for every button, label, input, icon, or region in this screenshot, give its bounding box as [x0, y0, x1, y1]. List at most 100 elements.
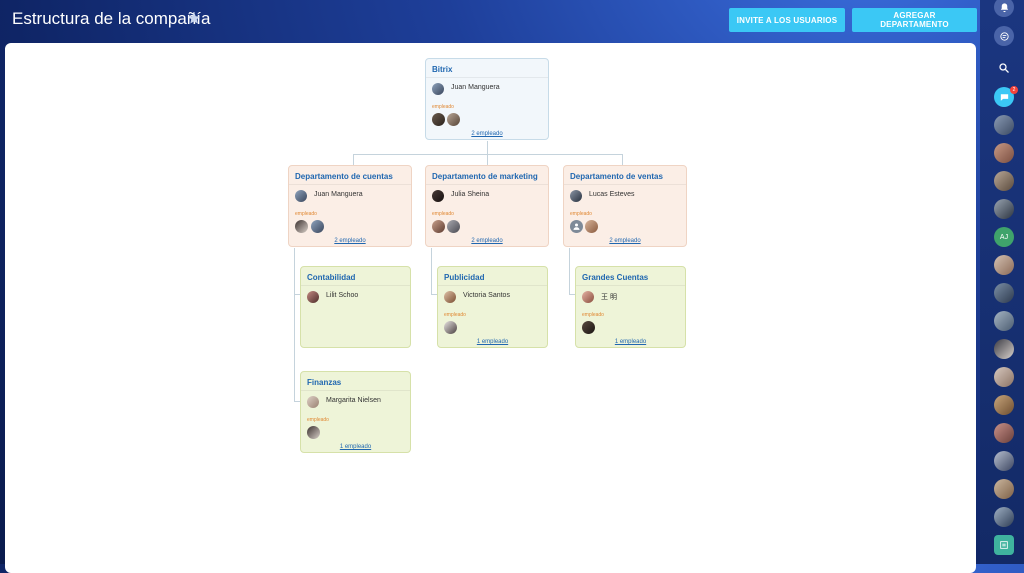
- employee-count-link[interactable]: 1 empleado: [301, 444, 410, 450]
- divider: [289, 184, 411, 185]
- notifications-icon[interactable]: [994, 0, 1014, 17]
- avatar[interactable]: [994, 171, 1014, 191]
- head-name[interactable]: Victoria Santos: [463, 292, 510, 299]
- employee-count-link[interactable]: 2 empleado: [289, 238, 411, 244]
- avatar[interactable]: [582, 321, 595, 334]
- divider: [438, 285, 547, 286]
- avatar[interactable]: [994, 367, 1014, 387]
- avatar[interactable]: [447, 113, 460, 126]
- employees-label: empleado: [444, 312, 466, 318]
- avatar[interactable]: [994, 255, 1014, 275]
- chat-badge: 2: [1010, 86, 1018, 94]
- employees-label: empleado: [432, 104, 454, 110]
- node-title: Bitrix: [432, 65, 453, 74]
- node-title: Contabilidad: [307, 273, 356, 282]
- divider: [564, 184, 686, 185]
- apps-icon[interactable]: [994, 535, 1014, 555]
- user-placeholder-icon[interactable]: [570, 220, 583, 233]
- right-sidebar: 2 AJ: [980, 0, 1024, 564]
- head-name[interactable]: Lilit Schoo: [326, 292, 358, 299]
- avatar-initials: AJ: [999, 233, 1009, 241]
- avatar[interactable]: [582, 291, 594, 303]
- search-icon[interactable]: [994, 58, 1014, 78]
- add-department-button[interactable]: AGREGAR DEPARTAMENTO: [852, 8, 977, 32]
- divider: [426, 77, 548, 78]
- connector-line: [569, 248, 570, 294]
- page-header: Estructura de la compañía INVITE A LOS U…: [0, 0, 980, 42]
- head-name[interactable]: Juan Manguera: [451, 84, 500, 91]
- messages-icon[interactable]: [994, 26, 1014, 46]
- avatar[interactable]: [307, 396, 319, 408]
- employees-label: empleado: [432, 211, 454, 217]
- head-name[interactable]: Margarita Nielsen: [326, 397, 381, 404]
- divider: [426, 184, 548, 185]
- head-name[interactable]: Lucas Esteves: [589, 191, 635, 198]
- connector-line: [622, 154, 623, 165]
- avatar[interactable]: [311, 220, 324, 233]
- employee-count-link[interactable]: 2 empleado: [426, 131, 548, 137]
- avatar[interactable]: [994, 283, 1014, 303]
- employees-label: empleado: [307, 417, 329, 423]
- avatar[interactable]: [432, 190, 444, 202]
- avatar[interactable]: [994, 115, 1014, 135]
- org-node-sub[interactable]: Grandes Cuentas 王 明 empleado 1 empleado: [575, 266, 686, 348]
- avatar[interactable]: [307, 291, 319, 303]
- avatar[interactable]: AJ: [994, 227, 1014, 247]
- connector-line: [431, 248, 432, 294]
- node-title: Departamento de marketing: [432, 172, 538, 181]
- avatar[interactable]: [994, 143, 1014, 163]
- employees-label: empleado: [295, 211, 317, 217]
- star-icon[interactable]: [187, 11, 201, 25]
- avatar[interactable]: [994, 507, 1014, 527]
- avatar[interactable]: [994, 339, 1014, 359]
- avatar[interactable]: [994, 423, 1014, 443]
- avatar[interactable]: [295, 190, 307, 202]
- connector-line: [487, 141, 488, 154]
- head-name[interactable]: Juan Manguera: [314, 191, 363, 198]
- connector-line: [353, 154, 354, 165]
- org-node-dept[interactable]: Departamento de cuentas Juan Manguera em…: [288, 165, 412, 247]
- invite-users-button[interactable]: INVITE A LOS USUARIOS: [729, 8, 845, 32]
- avatar[interactable]: [994, 479, 1014, 499]
- avatar[interactable]: [295, 220, 308, 233]
- org-chart-panel: Bitrix Juan Manguera empleado 2 empleado…: [5, 43, 976, 573]
- divider: [576, 285, 685, 286]
- connector-line: [294, 248, 295, 401]
- divider: [301, 285, 410, 286]
- org-node-sub[interactable]: Publicidad Victoria Santos empleado 1 em…: [437, 266, 548, 348]
- avatar[interactable]: [444, 321, 457, 334]
- avatar[interactable]: [994, 311, 1014, 331]
- org-node-sub[interactable]: Contabilidad Lilit Schoo: [300, 266, 411, 348]
- connector-line: [487, 154, 488, 165]
- avatar[interactable]: [432, 83, 444, 95]
- node-title: Finanzas: [307, 378, 342, 387]
- node-title: Grandes Cuentas: [582, 273, 649, 282]
- employees-label: empleado: [582, 312, 604, 318]
- org-node-root[interactable]: Bitrix Juan Manguera empleado 2 empleado: [425, 58, 549, 140]
- employee-count-link[interactable]: 1 empleado: [576, 339, 685, 345]
- node-title: Departamento de ventas: [570, 172, 663, 181]
- page-title: Estructura de la compañía: [12, 9, 211, 28]
- employees-label: empleado: [570, 211, 592, 217]
- head-name[interactable]: 王 明: [601, 292, 617, 302]
- avatar[interactable]: [432, 220, 445, 233]
- avatar[interactable]: [585, 220, 598, 233]
- employee-count-link[interactable]: 2 empleado: [564, 238, 686, 244]
- employee-count-link[interactable]: 2 empleado: [426, 238, 548, 244]
- divider: [301, 390, 410, 391]
- avatar[interactable]: [994, 199, 1014, 219]
- employee-count-link[interactable]: 1 empleado: [438, 339, 547, 345]
- avatar[interactable]: [432, 113, 445, 126]
- org-node-dept[interactable]: Departamento de marketing Julia Sheina e…: [425, 165, 549, 247]
- avatar[interactable]: [307, 426, 320, 439]
- node-title: Departamento de cuentas: [295, 172, 393, 181]
- node-title: Publicidad: [444, 273, 485, 282]
- avatar[interactable]: [570, 190, 582, 202]
- org-node-dept[interactable]: Departamento de ventas Lucas Esteves emp…: [563, 165, 687, 247]
- avatar[interactable]: [444, 291, 456, 303]
- avatar[interactable]: [994, 451, 1014, 471]
- org-node-sub[interactable]: Finanzas Margarita Nielsen empleado 1 em…: [300, 371, 411, 453]
- avatar[interactable]: [994, 395, 1014, 415]
- head-name[interactable]: Julia Sheina: [451, 191, 489, 198]
- avatar[interactable]: [447, 220, 460, 233]
